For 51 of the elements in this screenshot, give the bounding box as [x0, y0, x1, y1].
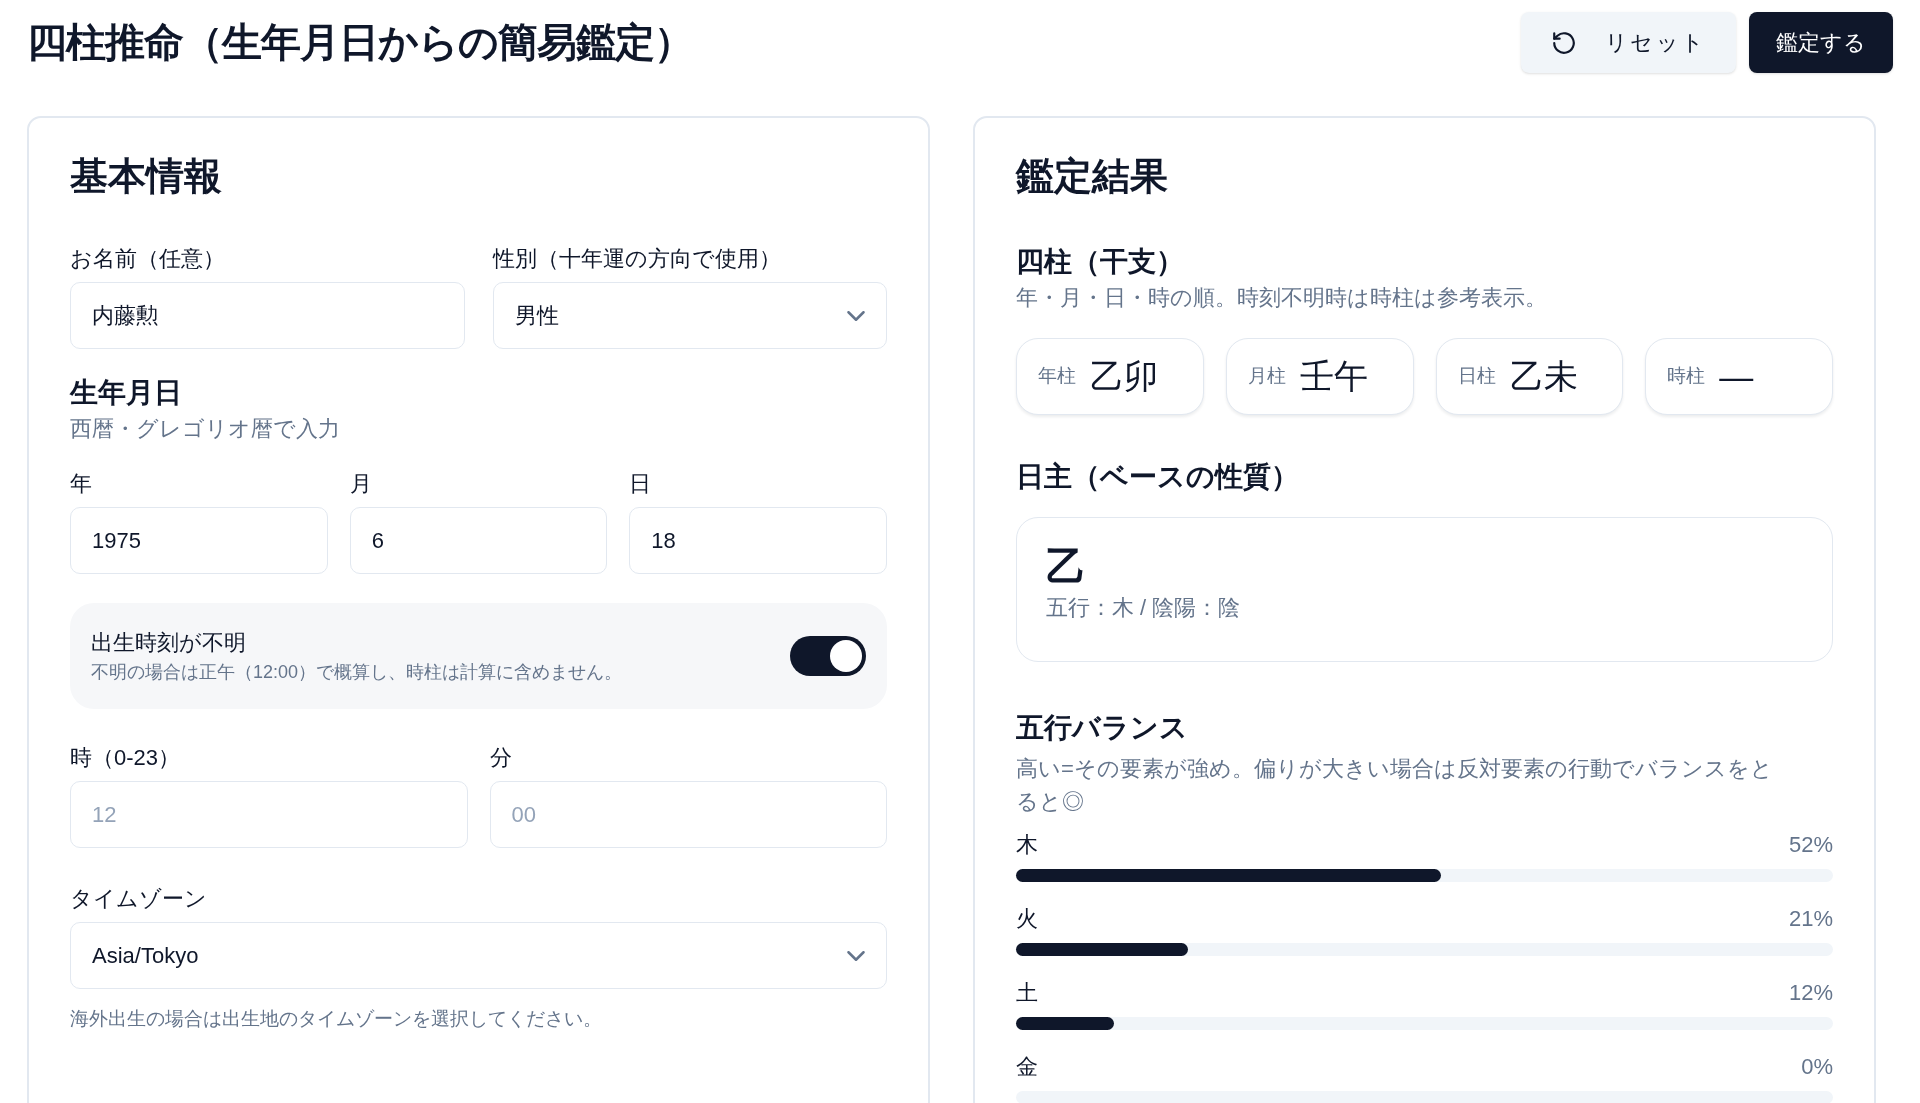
pillar-label: 時柱	[1667, 364, 1706, 389]
subsection-heading: 生年月日	[70, 376, 183, 410]
element-percent: 0%	[1801, 1053, 1833, 1081]
pillar-value: —	[1719, 356, 1754, 397]
submit-button[interactable]: 鑑定する	[1749, 12, 1893, 73]
chevron-down-icon	[847, 950, 865, 961]
section-note: 高い=その要素が強め。偏りが大きい場合は反対要素の行動でバランスをとると◎	[1016, 755, 1774, 816]
element-percent: 52%	[1788, 831, 1833, 859]
pillar-value: 乙未	[1509, 356, 1578, 397]
section-heading: 鑑定結果	[1016, 154, 1169, 199]
field-label: 分	[489, 744, 513, 772]
gender-select[interactable]: 男性	[492, 282, 887, 349]
field-label: 性別（十年運の方向で使用）	[492, 245, 782, 273]
section-heading: 基本情報	[70, 154, 223, 199]
element-percent: 12%	[1788, 979, 1833, 1007]
field-hint: 海外出生の場合は出生地のタイムゾーンを選択してください。	[70, 1007, 603, 1031]
day-master-stem: 乙	[1046, 544, 1087, 588]
subsection-heading: 日主（ベースの性質）	[1016, 460, 1300, 494]
toggle-note: 不明の場合は正午（12:00）で概算し、時柱は計算に含めません。	[91, 661, 623, 684]
element-label: 火	[1016, 905, 1038, 933]
field-label: 年	[70, 470, 93, 498]
pillar-label: 年柱	[1038, 364, 1076, 389]
field-label: お名前（任意）	[70, 245, 226, 273]
subsection-heading: 四柱（干支）	[1016, 245, 1185, 279]
element-label: 土	[1016, 979, 1038, 1007]
date-input[interactable]: 1975	[70, 507, 328, 574]
pillar-value: 乙卯	[1090, 356, 1158, 397]
toggle-switch[interactable]	[790, 636, 866, 676]
section-note: 西暦・グレゴリオ暦で入力	[70, 415, 341, 443]
timezone-select[interactable]: Asia/Tokyo	[70, 922, 887, 989]
chevron-down-icon	[847, 310, 865, 321]
pillar-label: 月柱	[1247, 364, 1286, 389]
name-input[interactable]: 内藤勲	[70, 282, 465, 349]
element-percent: 21%	[1788, 905, 1833, 933]
section-note: 年・月・日・時の順。時刻不明時は時柱は参考表示。	[1016, 284, 1548, 312]
reset-button[interactable]: リセット	[1521, 12, 1736, 73]
field-label: タイムゾーン	[70, 885, 208, 913]
day-master-detail: 五行：木 / 陰陽：陰	[1046, 594, 1242, 622]
page-title: 四柱推命（生年月日からの簡易鑑定）	[27, 19, 693, 66]
pillar-label: 日柱	[1457, 364, 1496, 389]
element-label: 金	[1016, 1053, 1038, 1081]
reset-icon	[1551, 29, 1578, 56]
field-label: 時（0-23）	[70, 744, 182, 772]
date-input[interactable]: 18	[629, 507, 887, 574]
field-label: 日	[629, 470, 653, 498]
date-input[interactable]: 6	[349, 507, 608, 574]
toggle-label: 出生時刻が不明	[91, 629, 247, 657]
element-label: 木	[1016, 831, 1038, 859]
pillar-value: 壬午	[1299, 356, 1368, 397]
subsection-heading: 五行バランス	[1016, 711, 1189, 745]
field-label: 月	[349, 470, 373, 498]
